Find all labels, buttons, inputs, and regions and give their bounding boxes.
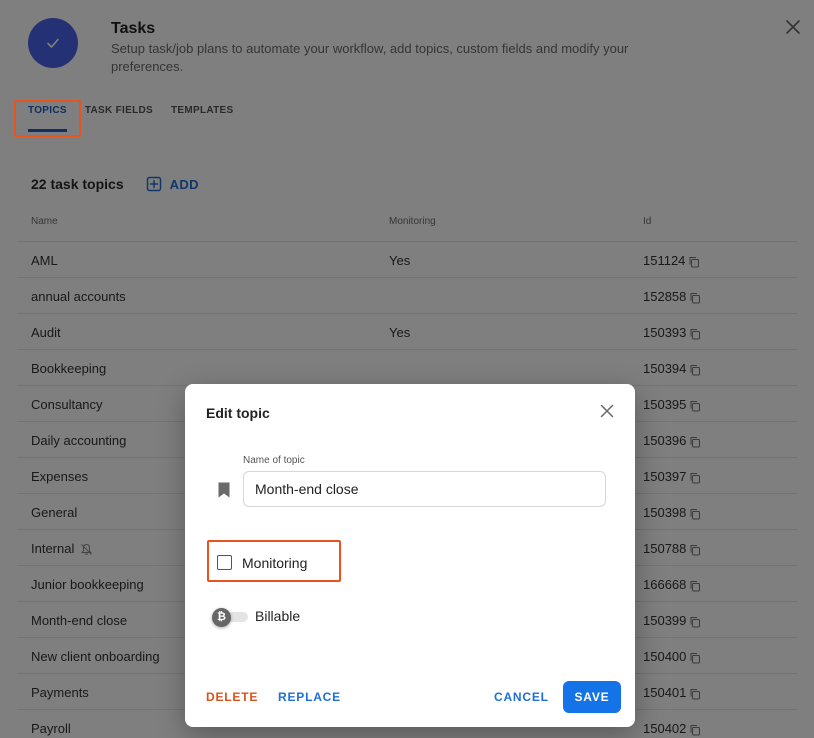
tab-topics-highlight	[14, 100, 81, 137]
replace-button[interactable]: REPLACE	[278, 690, 341, 704]
dialog-close-icon[interactable]	[599, 403, 615, 419]
topic-name-label: Name of topic	[243, 455, 305, 466]
save-button[interactable]: SAVE	[563, 681, 621, 713]
topic-name-input[interactable]	[243, 471, 606, 507]
billable-label[interactable]: Billable	[255, 608, 300, 624]
billable-toggle[interactable]: ₿	[212, 608, 250, 627]
edit-topic-dialog: Edit topic Name of topic Monitoring ₿ Bi…	[185, 384, 635, 727]
dialog-title: Edit topic	[206, 405, 270, 421]
bitcoin-icon: ₿	[212, 608, 231, 627]
monitoring-label[interactable]: Monitoring	[242, 555, 307, 571]
bookmark-icon	[218, 482, 230, 498]
cancel-button[interactable]: CANCEL	[494, 690, 549, 704]
monitoring-checkbox[interactable]	[217, 555, 232, 570]
delete-button[interactable]: DELETE	[206, 690, 258, 704]
